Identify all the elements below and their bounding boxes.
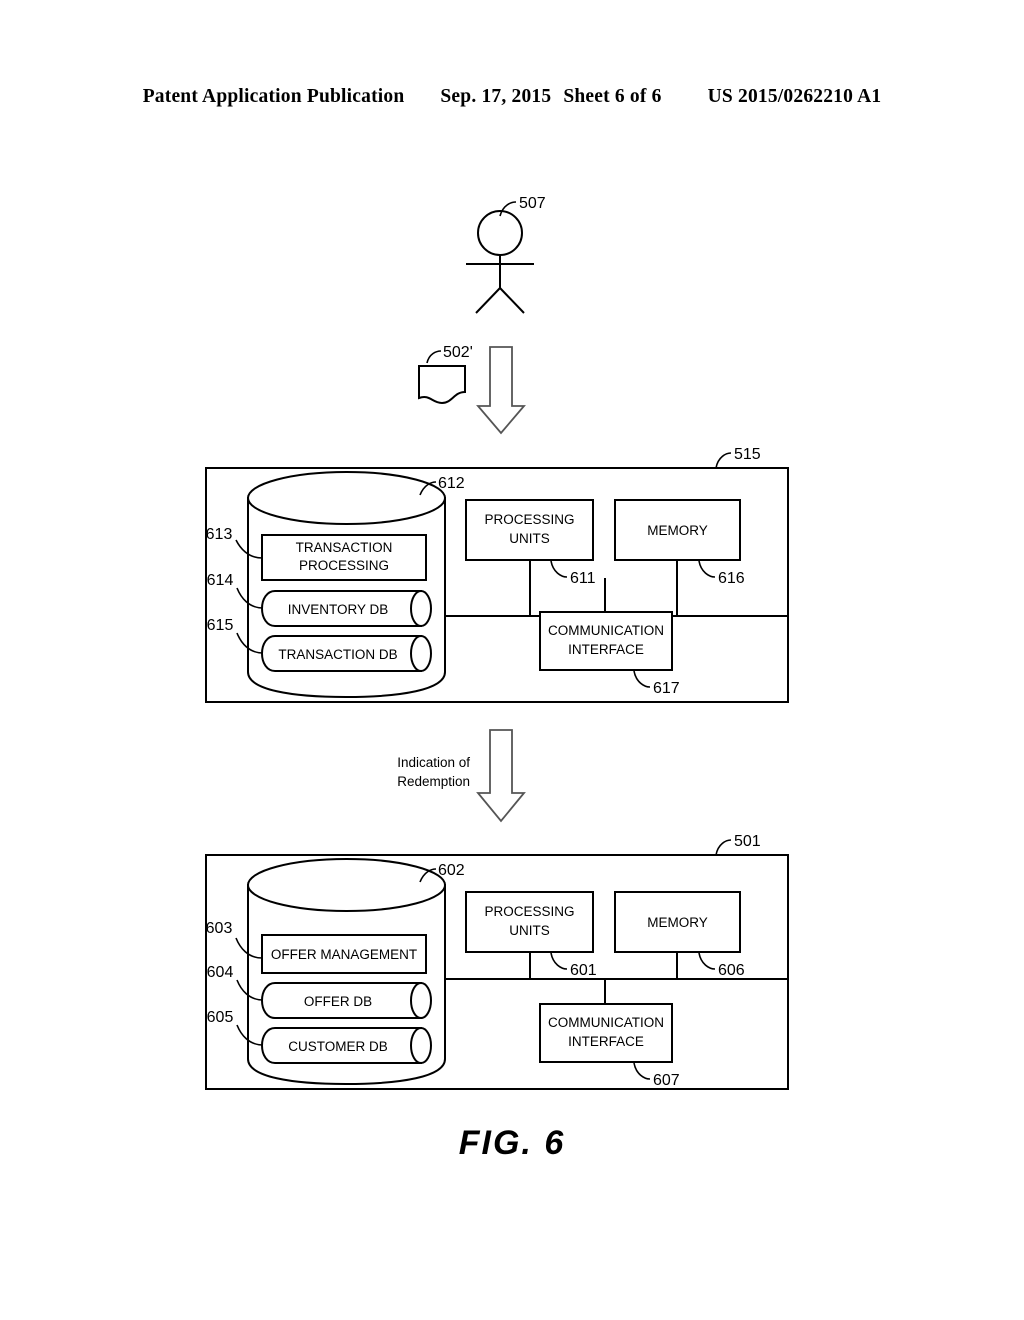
patent-figure-page: Patent Application Publication Sep. 17, … [0, 0, 1024, 1320]
offer-module-offer-db[interactable]: OFFER DB [260, 982, 432, 1019]
offer-module-customer-db[interactable]: CUSTOMER DB [260, 1027, 432, 1064]
offer-module-605-label: CUSTOMER DB [288, 1039, 388, 1054]
ref-502prime-label: 502' [443, 344, 473, 361]
merchant-communication-interface[interactable]: COMMUNICATION INTERFACE [539, 611, 673, 671]
ref-604-label: 604 [207, 964, 234, 981]
merchant-module-inventory-db[interactable]: INVENTORY DB [260, 590, 432, 627]
header-sheet: Sheet 6 of 6 [563, 86, 662, 107]
offer-module-603-label: OFFER MANAGEMENT [271, 947, 417, 962]
ref-515: 515 [715, 446, 761, 469]
merchant-611-label-line1: PROCESSING [484, 512, 574, 527]
ref-615-label: 615 [207, 617, 234, 634]
offer-processing-units[interactable]: PROCESSING UNITS [465, 891, 594, 953]
offer-communication-interface[interactable]: COMMUNICATION INTERFACE [539, 1003, 673, 1063]
header-patent-number: US 2015/0262210 A1 [707, 86, 882, 107]
ref-614-label: 614 [207, 572, 234, 589]
merchant-memory[interactable]: MEMORY [614, 499, 741, 561]
offer-memory[interactable]: MEMORY [614, 891, 741, 953]
merchant-616-label: MEMORY [647, 523, 708, 538]
arrow-user-to-merchant [476, 346, 526, 435]
ref-501: 501 [715, 833, 761, 856]
merchant-module-613-label-line1: TRANSACTION [296, 540, 393, 555]
page-header: Patent Application Publication Sep. 17, … [0, 86, 1024, 114]
offer-module-604-label: OFFER DB [304, 994, 372, 1009]
merchant-617-label-line1: COMMUNICATION [548, 623, 664, 638]
merchant-611-label-line2: UNITS [509, 531, 550, 546]
arrow-label-line2: Redemption [397, 774, 470, 789]
arrow-merchant-to-offer-system: Indication of Redemption [397, 729, 526, 823]
ref-611-label: 611 [570, 570, 596, 587]
offer-601-label-line1: PROCESSING [484, 904, 574, 919]
offer-601-label-line2: UNITS [509, 923, 550, 938]
header-publication: Patent Application Publication [142, 86, 405, 107]
ref-613-label: 613 [206, 526, 233, 543]
merchant-processing-units[interactable]: PROCESSING UNITS [465, 499, 594, 561]
ref-617-label: 617 [653, 680, 680, 697]
ref-603-label: 603 [206, 920, 233, 937]
ref-502prime: 502' [426, 344, 473, 364]
merchant-module-transaction-db[interactable]: TRANSACTION DB [260, 635, 432, 672]
ref-507-label: 507 [519, 195, 546, 212]
figure-drawing: 507 502' 515 612 TRANSACTION PROCESSING … [205, 195, 789, 1090]
figure-caption: FIG. 6 [458, 1124, 566, 1162]
ref-605-label: 605 [207, 1009, 234, 1026]
merchant-module-613-label-line2: PROCESSING [299, 558, 389, 573]
merchant-module-614-label: INVENTORY DB [288, 602, 389, 617]
offer-607-label-line1: COMMUNICATION [548, 1015, 664, 1030]
merchant-module-transaction-processing[interactable]: TRANSACTION PROCESSING [261, 534, 427, 581]
merchant-module-615-label: TRANSACTION DB [278, 647, 397, 662]
ref-607-label: 607 [653, 1072, 680, 1089]
offer-module-offer-management[interactable]: OFFER MANAGEMENT [261, 934, 427, 974]
arrow-label-line1: Indication of [397, 755, 470, 770]
ref-601-label: 601 [570, 962, 597, 979]
ref-612-label: 612 [438, 475, 465, 492]
ref-501-label: 501 [734, 833, 761, 850]
offer-607-label-line2: INTERFACE [568, 1034, 644, 1049]
merchant-617-label-line2: INTERFACE [568, 642, 644, 657]
user-stick-figure [466, 210, 534, 314]
ref-602-label: 602 [438, 862, 465, 879]
offer-606-label: MEMORY [647, 915, 708, 930]
ref-616-label: 616 [718, 570, 745, 587]
coupon-document-icon [418, 365, 466, 405]
header-date: Sep. 17, 2015 [440, 86, 552, 107]
ref-515-label: 515 [734, 446, 761, 463]
ref-606-label: 606 [718, 962, 745, 979]
